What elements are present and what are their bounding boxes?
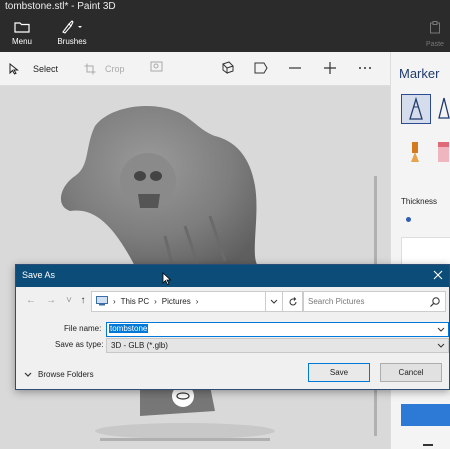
browse-folders-label: Browse Folders [38,370,94,379]
eraser-icon[interactable] [436,138,450,168]
shape-icon[interactable] [253,60,271,78]
save-type-value: 3D - GLB (*.glb) [111,341,168,350]
zoom-out-icon[interactable] [287,60,305,78]
menu-label: Menu [11,37,32,46]
file-name-dropdown-icon[interactable] [437,326,445,334]
mouse-cursor-icon [162,272,172,286]
app-header: tombstone.stl* - Paint 3D Menu Brushes P… [0,0,450,52]
cancel-button[interactable]: Cancel [380,363,442,382]
breadcrumb-this-pc[interactable]: This PC [121,297,149,306]
panel-title: Marker [399,66,440,81]
save-type-label: Save as type: [55,340,104,349]
select-tool[interactable]: Select [8,61,58,77]
address-dropdown-icon[interactable] [266,291,283,312]
save-button[interactable]: Save [308,363,370,382]
marker-brush-icon[interactable] [401,94,431,124]
pc-icon [96,295,108,308]
dialog-title: Save As [22,270,56,280]
3d-view-icon[interactable] [220,60,238,78]
paste-label: Paste [426,41,444,48]
more-icon[interactable] [357,60,375,78]
recent-locations-icon[interactable]: ˅ [62,294,76,308]
thickness-label: Thickness [401,197,438,206]
calligraphy-pen-icon[interactable] [436,94,450,124]
paste-button[interactable]: Paste [420,18,450,50]
back-arrow-icon[interactable]: ← [24,294,38,308]
pencil-icon[interactable] [401,138,431,168]
dialog-title-bar[interactable]: Save As [16,265,449,287]
horizontal-scrollbar[interactable] [100,438,270,441]
up-arrow-icon[interactable]: ↑ [76,294,90,308]
menu-button[interactable]: Menu [4,18,40,50]
close-icon[interactable] [431,268,445,282]
crop-label: Crop [105,64,125,74]
file-name-label: File name: [64,324,102,333]
magic-select-icon[interactable] [150,60,168,78]
file-name-field[interactable]: tombstone [106,322,449,337]
crop-icon [84,63,96,75]
crop-tool[interactable]: Crop [84,61,125,77]
zoom-in-icon[interactable] [322,60,340,78]
chevron-down-icon [24,372,32,377]
thickness-slider[interactable] [406,217,411,222]
folder-icon [4,20,40,36]
forward-arrow-icon[interactable]: → [44,294,58,308]
brushes-button[interactable]: Brushes [52,18,92,50]
navigation-bar: ← → ˅ ↑ › This PC › Pictures › Search Pi… [16,291,449,313]
file-name-value: tombstone [109,324,149,333]
save-as-dialog: Save As ← → ˅ ↑ › This PC › Pictures › S… [15,264,450,390]
window-title: tombstone.stl* - Paint 3D [5,1,116,12]
browse-folders-toggle[interactable]: Browse Folders [24,370,94,379]
cursor-icon [9,63,19,75]
breadcrumb-pictures[interactable]: Pictures [162,297,191,306]
save-type-dropdown-icon[interactable] [437,342,445,350]
select-label: Select [33,64,59,74]
add-color-icon[interactable] [423,444,433,446]
refresh-icon[interactable] [283,291,303,312]
search-placeholder: Search Pictures [308,297,365,306]
save-type-select[interactable]: 3D - GLB (*.glb) [106,338,449,353]
search-input[interactable]: Search Pictures [303,291,446,312]
clipboard-icon [420,21,450,35]
brush-icon [52,20,92,36]
selected-color-swatch[interactable] [401,404,450,426]
address-bar[interactable]: › This PC › Pictures › [91,291,266,312]
canvas-toolbar: Select Crop [0,52,390,86]
brushes-label: Brushes [57,37,87,46]
search-icon[interactable] [429,296,441,308]
